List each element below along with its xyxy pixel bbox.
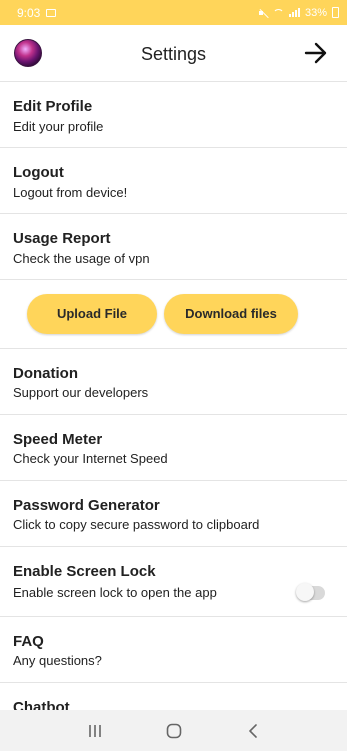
upload-file-button[interactable]: Upload File <box>27 294 157 334</box>
screen-lock-toggle[interactable] <box>296 583 325 601</box>
recents-icon[interactable] <box>80 716 110 746</box>
item-title: Usage Report <box>13 230 111 247</box>
mute-icon <box>258 8 268 18</box>
item-subtitle: Any questions? <box>13 653 102 668</box>
menu-item-edit-profile[interactable]: Edit Profile Edit your profile <box>0 82 347 148</box>
toggle-knob <box>296 583 314 601</box>
file-button-row: Upload File Download files <box>0 280 347 349</box>
signal-icon <box>288 8 300 17</box>
gallery-icon <box>46 8 57 17</box>
page-title: Settings <box>140 44 207 64</box>
item-subtitle: Check the usage of vpn <box>13 251 150 266</box>
status-time: 9:03 <box>17 5 41 20</box>
back-icon[interactable] <box>238 716 268 746</box>
status-bar: 9:03 33% <box>0 0 347 25</box>
menu-item-speed-meter[interactable]: Speed Meter Check your Internet Speed <box>0 415 347 481</box>
battery-icon <box>332 7 339 18</box>
item-title: Donation <box>13 365 78 382</box>
app-bar: Settings <box>0 25 347 82</box>
item-subtitle: Edit your profile <box>13 119 104 134</box>
download-files-button[interactable]: Download files <box>164 294 298 334</box>
status-left: 9:03 <box>17 5 57 20</box>
item-title: Logout <box>13 164 64 181</box>
menu-item-password-generator[interactable]: Password Generator Click to copy secure … <box>0 481 347 547</box>
menu-item-usage-report[interactable]: Usage Report Check the usage of vpn <box>0 214 347 280</box>
home-icon[interactable] <box>159 716 189 746</box>
item-title: Speed Meter <box>13 431 103 448</box>
item-subtitle: Logout from device! <box>13 185 128 200</box>
item-subtitle: Check your Internet Speed <box>13 451 168 466</box>
menu-item-donation[interactable]: Donation Support our developers <box>0 349 347 415</box>
wifi-icon <box>272 8 284 17</box>
item-subtitle: Click to copy secure password to clipboa… <box>13 517 260 532</box>
item-title: Enable Screen Lock <box>13 563 156 580</box>
status-right: 33% <box>258 7 339 19</box>
menu-item-logout[interactable]: Logout Logout from device! <box>0 148 347 214</box>
item-title: Edit Profile <box>13 98 93 115</box>
item-subtitle: Enable screen lock to open the app <box>13 585 217 600</box>
battery-percent: 33% <box>304 6 327 19</box>
item-subtitle: Support our developers <box>13 385 149 400</box>
item-title: Password Generator <box>13 497 160 514</box>
menu-item-screen-lock[interactable]: Enable Screen Lock Enable screen lock to… <box>0 547 347 617</box>
system-nav-bar <box>0 710 347 751</box>
item-title: FAQ <box>13 633 44 650</box>
arrow-right-icon[interactable] <box>303 40 329 66</box>
menu-item-faq[interactable]: FAQ Any questions? <box>0 617 347 683</box>
